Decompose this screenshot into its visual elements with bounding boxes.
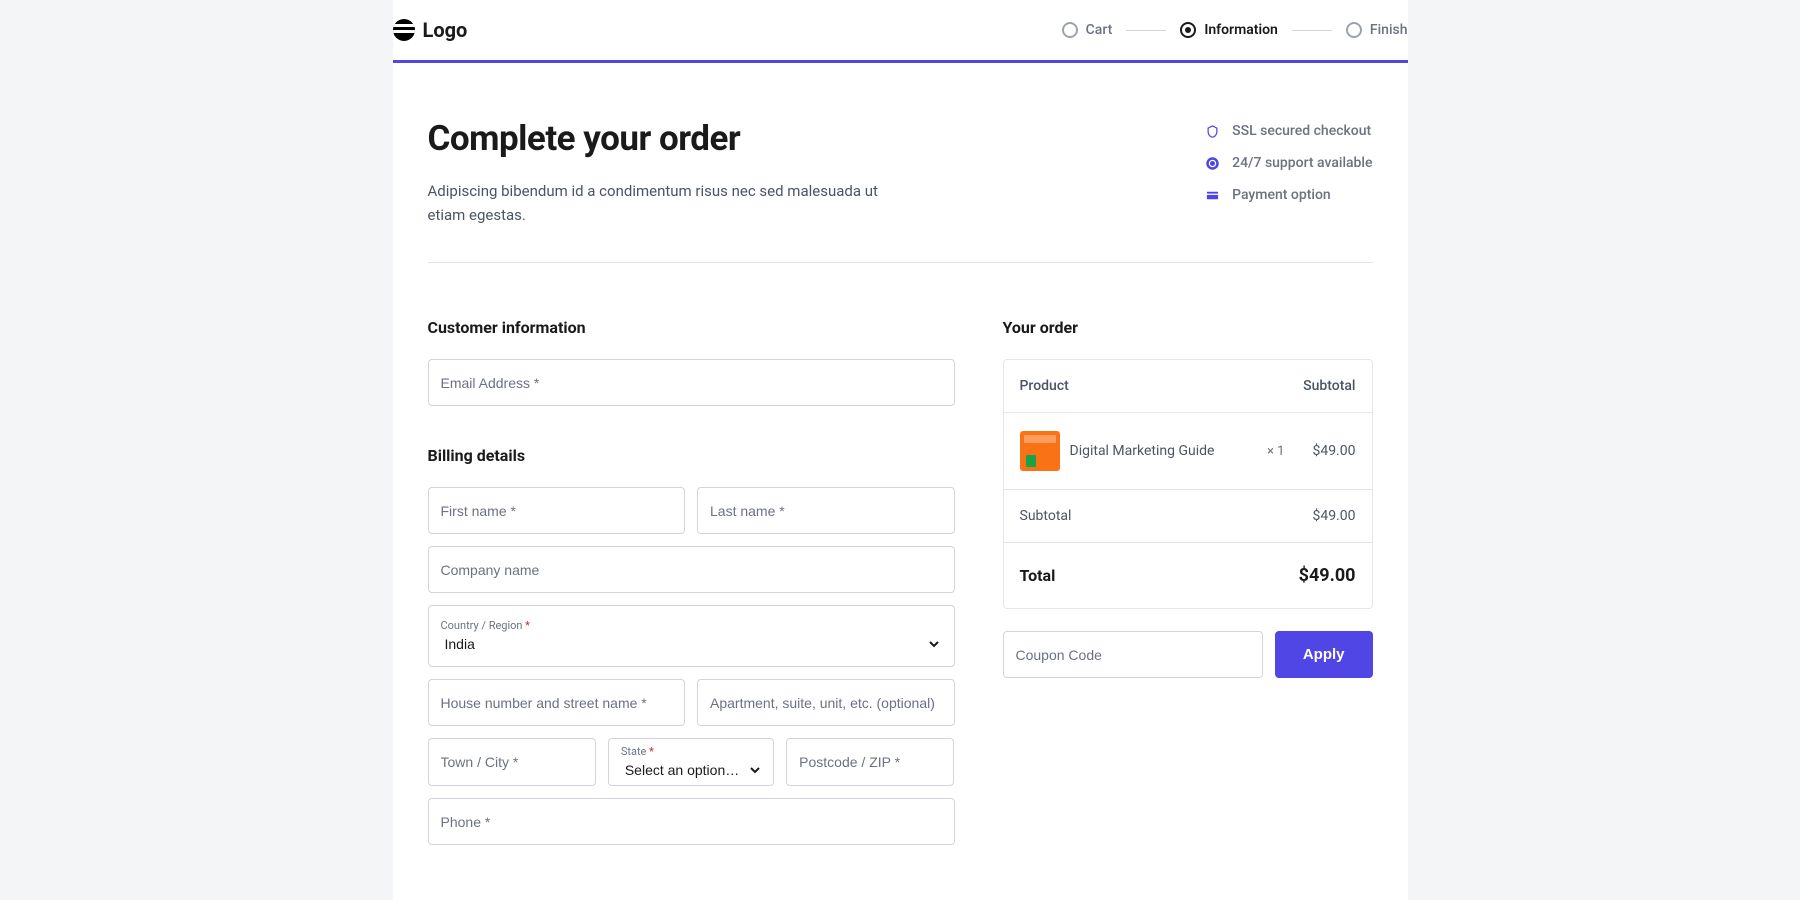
logo[interactable]: Logo <box>393 18 468 42</box>
country-select[interactable]: India <box>441 635 942 653</box>
benefit-support: 24/7 support available <box>1204 155 1372 171</box>
step-divider <box>1126 30 1166 31</box>
step-cart[interactable]: Cart <box>1062 22 1113 38</box>
apartment-field[interactable] <box>697 679 955 726</box>
street-field[interactable] <box>428 679 686 726</box>
step-circle-icon <box>1062 22 1078 38</box>
email-field[interactable] <box>428 359 955 406</box>
step-information[interactable]: Information <box>1180 22 1278 38</box>
step-label: Finish <box>1370 22 1408 38</box>
coupon-input[interactable] <box>1016 647 1250 663</box>
product-header: Product <box>1020 378 1069 394</box>
credit-card-icon <box>1204 187 1220 203</box>
email-input[interactable] <box>441 375 942 391</box>
step-circle-icon <box>1180 22 1196 38</box>
coupon-field[interactable] <box>1003 631 1263 678</box>
benefit-label: Payment option <box>1232 187 1331 203</box>
benefit-label: 24/7 support available <box>1232 155 1372 171</box>
logo-text: Logo <box>423 18 468 42</box>
customer-info-heading: Customer information <box>428 318 955 337</box>
total-label: Total <box>1020 566 1056 585</box>
order-heading: Your order <box>1003 318 1373 337</box>
required-asterisk: * <box>525 619 530 632</box>
postcode-field[interactable] <box>786 738 954 786</box>
step-label: Information <box>1204 22 1278 38</box>
phone-field[interactable] <box>428 798 955 845</box>
subtotal-label: Subtotal <box>1020 508 1072 524</box>
city-input[interactable] <box>441 754 583 770</box>
page-subtitle: Adipiscing bibendum id a condimentum ris… <box>428 179 908 227</box>
order-summary: Product Subtotal Digital Marketing Guide… <box>1003 359 1373 609</box>
product-name: Digital Marketing Guide <box>1070 443 1239 459</box>
first-name-field[interactable] <box>428 487 686 534</box>
street-input[interactable] <box>441 695 673 711</box>
benefit-ssl: SSL secured checkout <box>1204 123 1372 139</box>
page-title: Complete your order <box>428 118 908 159</box>
logo-icon <box>393 19 415 41</box>
state-field[interactable]: State * Select an option… <box>608 738 774 786</box>
product-thumbnail <box>1020 431 1060 471</box>
benefit-label: SSL secured checkout <box>1232 123 1371 139</box>
country-field[interactable]: Country / Region * India <box>428 605 955 667</box>
product-qty: × 1 <box>1267 444 1284 459</box>
state-label: State <box>621 745 647 758</box>
total-value: $49.00 <box>1299 565 1356 586</box>
country-label: Country / Region <box>441 619 523 632</box>
first-name-input[interactable] <box>441 503 673 519</box>
required-asterisk: * <box>649 745 654 758</box>
shield-icon <box>1204 123 1220 139</box>
billing-details-heading: Billing details <box>428 446 955 465</box>
step-finish[interactable]: Finish <box>1346 22 1408 38</box>
phone-input[interactable] <box>441 814 942 830</box>
apartment-input[interactable] <box>710 695 942 711</box>
product-price: $49.00 <box>1312 443 1355 459</box>
checkout-steps: Cart Information Finish <box>1062 22 1408 38</box>
step-label: Cart <box>1086 22 1113 38</box>
subtotal-value: $49.00 <box>1312 508 1355 524</box>
life-ring-icon <box>1204 155 1220 171</box>
company-input[interactable] <box>441 562 942 578</box>
order-line-item: Digital Marketing Guide × 1 $49.00 <box>1004 413 1372 490</box>
last-name-input[interactable] <box>710 503 942 519</box>
last-name-field[interactable] <box>697 487 955 534</box>
apply-coupon-button[interactable]: Apply <box>1275 631 1373 678</box>
company-field[interactable] <box>428 546 955 593</box>
step-divider <box>1292 30 1332 31</box>
subtotal-header: Subtotal <box>1303 378 1355 394</box>
postcode-input[interactable] <box>799 754 941 770</box>
state-select[interactable]: Select an option… <box>621 761 763 779</box>
benefit-payment: Payment option <box>1204 187 1372 203</box>
city-field[interactable] <box>428 738 596 786</box>
step-circle-icon <box>1346 22 1362 38</box>
